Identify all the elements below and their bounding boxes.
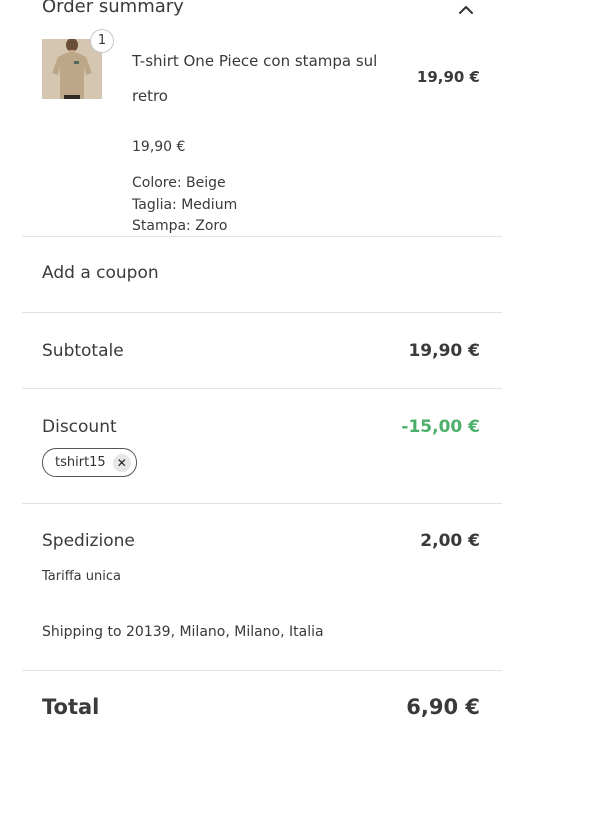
discount-code: tshirt15	[55, 455, 106, 470]
order-summary-panel: Order summary 1 T-shirt One Piece con st…	[22, 0, 502, 751]
discount-value: -15,00 €	[401, 417, 480, 437]
discount-row: Discount -15,00 € tshirt15 ✕	[22, 389, 502, 504]
shipping-row: Spedizione 2,00 € Tariffa unica Shipping…	[22, 504, 502, 671]
shipping-label: Spedizione	[42, 531, 135, 551]
product-line-total: 19,90 €	[416, 68, 480, 86]
total-label: Total	[42, 695, 100, 719]
subtotal-label: Subtotale	[42, 341, 124, 361]
coupon-section: Add a coupon	[22, 237, 502, 313]
product-unit-price: 19,90 €	[132, 139, 186, 155]
add-coupon-link[interactable]: Add a coupon	[42, 263, 159, 283]
quantity-badge: 1	[90, 29, 114, 53]
option-color: Colore: Beige	[132, 175, 226, 191]
total-row: Total 6,90 €	[22, 671, 502, 751]
subtotal-value: 19,90 €	[408, 341, 480, 361]
option-print: Stampa: Zoro	[132, 218, 228, 234]
product-options: Colore: Beige Taglia: Medium Stampa: Zor…	[132, 173, 237, 238]
order-summary-title: Order summary	[42, 0, 184, 17]
close-icon[interactable]: ✕	[112, 453, 131, 472]
chevron-up-icon[interactable]	[456, 2, 476, 18]
discount-code-chip: tshirt15 ✕	[42, 448, 137, 477]
shipping-rate: Tariffa unica	[42, 569, 121, 584]
discount-label: Discount	[42, 417, 117, 437]
order-summary-header[interactable]: Order summary	[22, 0, 502, 22]
total-value: 6,90 €	[406, 695, 480, 719]
product-line-item: 1 T-shirt One Piece con stampa sul retro…	[22, 22, 502, 237]
product-name: T-shirt One Piece con stampa sul retro	[132, 52, 378, 105]
subtotal-row: Subtotale 19,90 €	[22, 313, 502, 389]
shipping-destination: Shipping to 20139, Milano, Milano, Itali…	[42, 624, 324, 640]
shipping-value: 2,00 €	[420, 531, 480, 551]
option-size: Taglia: Medium	[132, 196, 238, 213]
